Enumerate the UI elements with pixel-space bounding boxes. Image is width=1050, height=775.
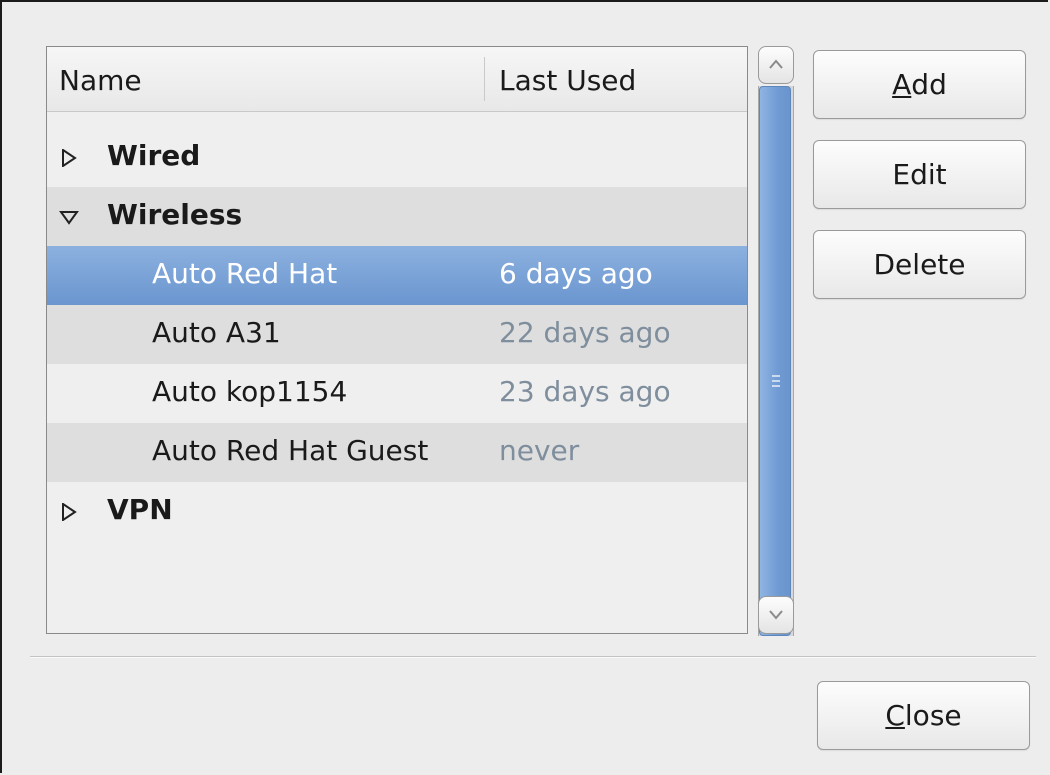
scrollbar-thumb[interactable] <box>759 86 791 636</box>
group-label-wireless: Wireless <box>107 198 243 231</box>
dialog-separator <box>30 656 1036 658</box>
connection-last-used: 23 days ago <box>499 375 671 408</box>
connection-last-used: 22 days ago <box>499 316 671 349</box>
connection-name: Auto Red Hat Guest <box>152 434 429 467</box>
column-header-last-used[interactable]: Last Used <box>499 64 636 97</box>
group-label-vpn: VPN <box>107 493 173 526</box>
chevron-up-icon <box>769 59 783 69</box>
column-header-name[interactable]: Name <box>59 64 142 97</box>
scroll-down-button[interactable] <box>758 596 794 634</box>
scroll-up-button[interactable] <box>758 46 794 84</box>
add-button-mnemonic: A <box>892 68 912 101</box>
delete-button-label: Delete <box>873 248 966 281</box>
connection-row[interactable]: Auto Red Hat 6 days ago <box>47 246 747 305</box>
connection-last-used: never <box>499 434 580 467</box>
connections-tree[interactable]: Name Last Used Wired Wireless Auto Red H… <box>46 46 748 634</box>
triangle-right-icon[interactable] <box>59 503 79 521</box>
group-label-wired: Wired <box>107 139 201 172</box>
add-button[interactable]: Add <box>813 50 1026 119</box>
delete-button[interactable]: Delete <box>813 230 1026 299</box>
tree-header: Name Last Used <box>47 47 747 112</box>
connection-row[interactable]: Auto kop1154 23 days ago <box>47 364 747 423</box>
tree-group-vpn[interactable]: VPN <box>47 482 747 541</box>
close-button[interactable]: Close <box>817 681 1030 750</box>
vertical-scrollbar[interactable] <box>758 46 794 636</box>
connection-name: Auto A31 <box>152 316 281 349</box>
connection-last-used: 6 days ago <box>499 257 653 290</box>
tree-group-wireless[interactable]: Wireless <box>47 187 747 246</box>
column-separator[interactable] <box>484 57 485 101</box>
connection-name: Auto Red Hat <box>152 257 338 290</box>
triangle-down-icon[interactable] <box>59 208 79 226</box>
connection-row[interactable]: Auto Red Hat Guest never <box>47 423 747 482</box>
connection-row[interactable]: Auto A31 22 days ago <box>47 305 747 364</box>
network-connections-dialog: Name Last Used Wired Wireless Auto Red H… <box>0 0 1048 773</box>
connection-name: Auto kop1154 <box>152 375 348 408</box>
add-button-label: dd <box>911 68 947 101</box>
grip-icon <box>772 375 780 387</box>
close-button-label: lose <box>904 699 962 732</box>
tree-group-wired[interactable]: Wired <box>47 128 747 187</box>
chevron-down-icon <box>769 610 783 620</box>
edit-button-label: Edit <box>892 158 947 191</box>
close-button-mnemonic: C <box>885 699 905 732</box>
triangle-right-icon[interactable] <box>59 149 79 167</box>
edit-button[interactable]: Edit <box>813 140 1026 209</box>
